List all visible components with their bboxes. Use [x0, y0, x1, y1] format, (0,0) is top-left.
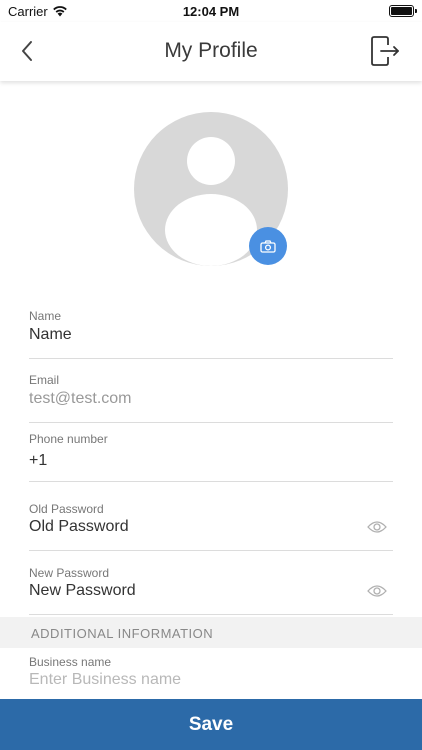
- save-button[interactable]: Save: [0, 699, 422, 750]
- page-title: My Profile: [164, 39, 258, 62]
- eye-icon[interactable]: [367, 520, 387, 534]
- section-header: ADDITIONAL INFORMATION: [0, 617, 422, 648]
- avatar-section: [134, 112, 288, 266]
- phone-input[interactable]: +1: [29, 452, 47, 470]
- old-password-label: Old Password: [29, 502, 104, 516]
- email-label: Email: [29, 373, 60, 387]
- camera-icon: [260, 239, 276, 253]
- status-bar: Carrier 12:04 PM: [0, 0, 422, 22]
- phone-field[interactable]: Phone number +1: [29, 430, 393, 482]
- logout-button[interactable]: [370, 34, 402, 68]
- old-password-field[interactable]: Old Password Old Password: [29, 499, 393, 551]
- status-time: 12:04 PM: [182, 4, 240, 19]
- section-title: ADDITIONAL INFORMATION: [31, 626, 214, 641]
- business-name-field[interactable]: Business name Enter Business name: [29, 652, 393, 698]
- name-input[interactable]: Name: [29, 326, 72, 344]
- new-password-input[interactable]: New Password: [29, 582, 136, 600]
- name-field[interactable]: Name Name: [29, 306, 393, 359]
- phone-label: Phone number: [29, 432, 108, 446]
- new-password-label: New Password: [29, 566, 110, 580]
- eye-icon[interactable]: [367, 584, 387, 598]
- change-photo-button[interactable]: [249, 227, 287, 265]
- logout-icon: [371, 36, 399, 66]
- nav-bar: My Profile: [0, 22, 422, 81]
- new-password-field[interactable]: New Password New Password: [29, 563, 393, 615]
- business-name-input[interactable]: Enter Business name: [29, 671, 181, 689]
- battery-icon: [389, 5, 417, 17]
- email-field: Email test@test.com: [29, 370, 393, 423]
- business-name-label: Business name: [29, 655, 112, 669]
- old-password-input[interactable]: Old Password: [29, 518, 129, 536]
- email-value: test@test.com: [29, 390, 132, 407]
- save-label: Save: [188, 713, 234, 735]
- name-label: Name: [29, 309, 62, 323]
